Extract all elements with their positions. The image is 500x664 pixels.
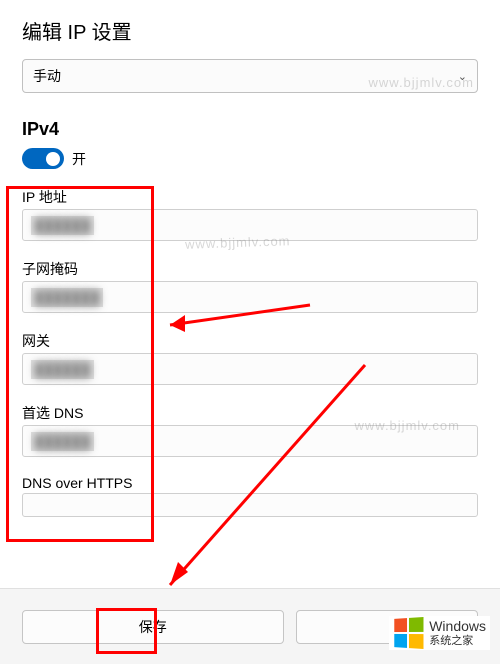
- preferred-dns-label: 首选 DNS: [22, 403, 478, 423]
- gateway-input[interactable]: ██████: [22, 353, 478, 385]
- dns-over-https-label: DNS over HTTPS: [22, 475, 478, 491]
- page-title: 编辑 IP 设置: [22, 16, 478, 45]
- save-button-label: 保存: [139, 617, 167, 637]
- subnet-mask-label: 子网掩码: [22, 259, 478, 279]
- ip-address-label: IP 地址: [22, 187, 478, 207]
- save-button[interactable]: 保存: [22, 610, 284, 644]
- dns-over-https-input[interactable]: [22, 493, 478, 517]
- subnet-mask-input[interactable]: ███████: [22, 281, 478, 313]
- edit-ip-settings-panel: 编辑 IP 设置 手动 ⌄ IPv4 开 IP 地址 ██████ 子网掩码 █…: [0, 0, 500, 517]
- logo-tagline: 系统之家: [429, 635, 473, 647]
- preferred-dns-input[interactable]: ██████: [22, 425, 478, 457]
- ipv4-heading: IPv4: [22, 119, 478, 140]
- ip-address-value: ██████: [31, 216, 94, 235]
- toggle-knob: [46, 152, 60, 166]
- site-logo-footer: Windows 系统之家: [389, 616, 490, 650]
- ip-address-input[interactable]: ██████: [22, 209, 478, 241]
- ipv4-toggle-label: 开: [72, 149, 86, 169]
- gateway-value: ██████: [31, 360, 94, 379]
- logo-brand: Windows: [429, 618, 486, 634]
- subnet-mask-value: ███████: [31, 288, 103, 307]
- ipv4-toggle[interactable]: [22, 148, 64, 169]
- chevron-down-icon: ⌄: [458, 70, 467, 83]
- logo-text: Windows 系统之家: [429, 619, 486, 646]
- gateway-label: 网关: [22, 331, 478, 351]
- preferred-dns-value: ██████: [31, 432, 94, 451]
- ip-mode-select[interactable]: 手动 ⌄: [22, 59, 478, 93]
- ip-mode-value: 手动: [33, 66, 61, 86]
- windows-logo-icon: [394, 617, 423, 649]
